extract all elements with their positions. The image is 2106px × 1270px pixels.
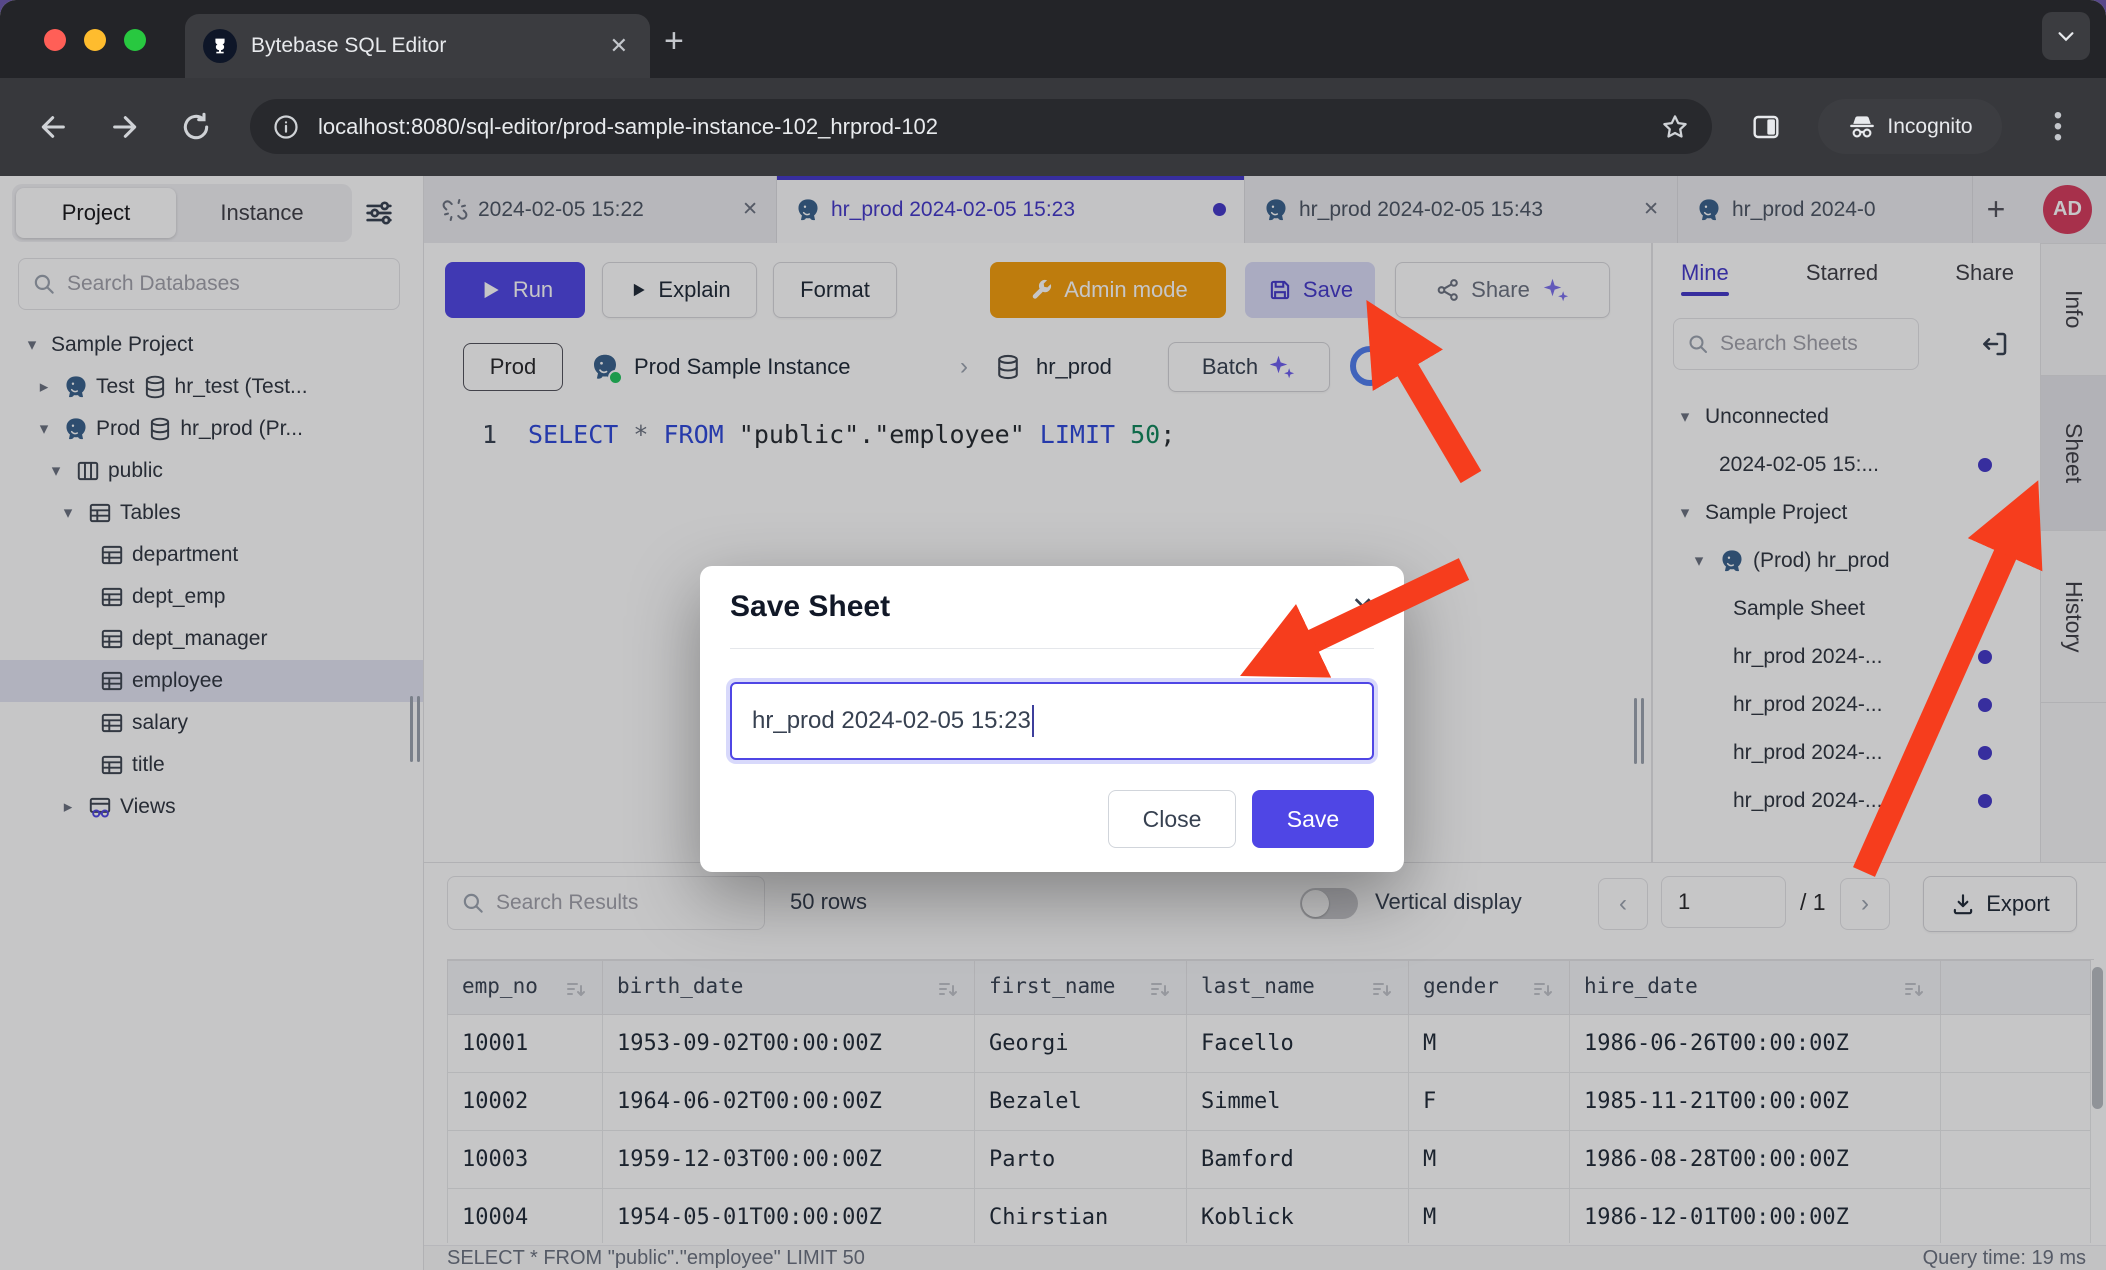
bytebase-favicon-icon (203, 29, 237, 63)
browser-menu-icon[interactable]: ••• (2048, 110, 2068, 143)
browser-tab[interactable]: Bytebase SQL Editor ✕ (185, 14, 650, 78)
window-close-button[interactable] (44, 29, 66, 51)
site-info-icon[interactable] (272, 113, 300, 141)
screen: Bytebase SQL Editor ✕ + localhost:8080/s… (0, 0, 2106, 1270)
tab-search-chevron-button[interactable] (2042, 12, 2090, 60)
address-bar[interactable]: localhost:8080/sql-editor/prod-sample-in… (250, 99, 1712, 154)
browser-toolbar: localhost:8080/sql-editor/prod-sample-in… (0, 78, 2106, 176)
browser-window: Bytebase SQL Editor ✕ + localhost:8080/s… (0, 0, 2106, 1270)
browser-tab-title: Bytebase SQL Editor (251, 34, 606, 58)
incognito-label: Incognito (1887, 115, 1972, 139)
side-panel-icon[interactable] (1750, 111, 1782, 143)
dialog-close-icon[interactable]: ✕ (1351, 592, 1374, 623)
incognito-icon (1847, 112, 1877, 142)
url-text: localhost:8080/sql-editor/prod-sample-in… (318, 114, 1660, 140)
sheet-name-input[interactable]: hr_prod 2024-02-05 15:23 (730, 682, 1374, 760)
browser-tab-close-icon[interactable]: ✕ (606, 33, 632, 59)
text-caret (1032, 705, 1034, 737)
save-sheet-dialog: Save Sheet ✕ hr_prod 2024-02-05 15:23 Cl… (700, 566, 1404, 872)
incognito-badge: Incognito (1818, 99, 2002, 154)
window-minimize-button[interactable] (84, 29, 106, 51)
new-tab-button[interactable]: + (664, 22, 684, 61)
browser-tab-strip: Bytebase SQL Editor ✕ + (0, 0, 2106, 78)
dialog-title: Save Sheet (730, 590, 890, 624)
reload-icon[interactable] (180, 111, 212, 143)
dialog-divider (730, 648, 1374, 649)
forward-icon[interactable] (108, 111, 140, 143)
back-icon[interactable] (38, 111, 70, 143)
dialog-close-button[interactable]: Close (1108, 790, 1236, 848)
bookmark-star-icon[interactable] (1660, 112, 1690, 142)
dialog-save-button[interactable]: Save (1252, 790, 1374, 848)
window-zoom-button[interactable] (124, 29, 146, 51)
